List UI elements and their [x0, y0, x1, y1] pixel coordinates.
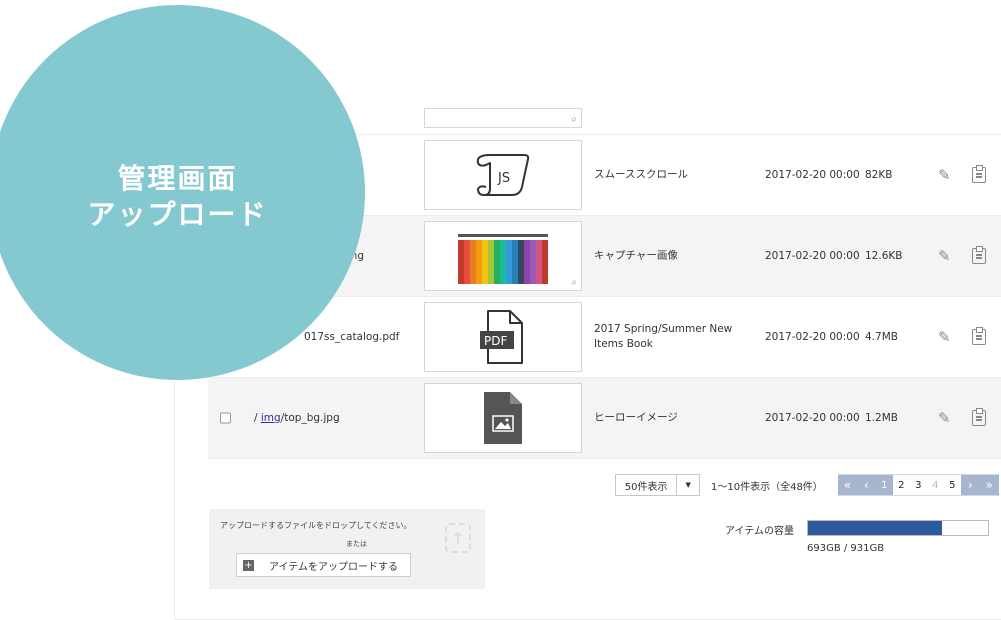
file-thumbnail[interactable]: ⌕	[424, 221, 582, 291]
page-links: « ‹ 1 2 3 4 5 › »	[837, 474, 999, 496]
clipboard-icon[interactable]	[972, 246, 986, 264]
file-size: 82KB	[865, 169, 893, 181]
last-page-button[interactable]: »	[979, 474, 999, 496]
or-text: または	[346, 540, 367, 548]
magnifier-icon[interactable]: ⌕	[571, 114, 577, 125]
badge-line-1: 管理画面	[117, 161, 238, 195]
file-date: 2017-02-20 00:00	[765, 331, 860, 343]
upload-button-label: アイテムをアップロードする	[269, 561, 398, 573]
drop-instruction: アップロードするファイルをドロップしてください。	[220, 521, 412, 530]
pencil-icon[interactable]: ✎	[938, 328, 951, 346]
title-badge: 管理画面 アップロード	[0, 5, 365, 380]
file-path-rest: /top_bg.jpg	[280, 412, 340, 424]
file-date: 2017-02-20 00:00	[765, 412, 860, 424]
pdf-file-icon: PDF	[480, 310, 523, 364]
folder-link[interactable]: img	[261, 412, 281, 424]
file-path: / img/top_bg.jpg	[254, 412, 340, 424]
screen: ⌕ JS スムーススクロール 2017-02-20 00:00 82KB ✎ p…	[0, 0, 1001, 620]
file-size: 4.7MB	[865, 331, 898, 343]
capacity-bar-fill	[808, 521, 942, 535]
file-title: スムーススクロール	[594, 168, 688, 181]
prev-page-button[interactable]: ‹	[856, 474, 876, 496]
file-title: ヒーローイメージ	[594, 411, 678, 424]
svg-text:PDF: PDF	[484, 334, 507, 348]
svg-text:JS: JS	[497, 171, 510, 186]
clothes-photo	[458, 234, 548, 284]
js-file-icon: JS	[476, 154, 530, 196]
pagination: 50件表示 ▼ 1〜10件表示（全48件） « ‹ 1 2 3 4 5 › »	[615, 474, 999, 496]
page-link-3[interactable]: 3	[909, 474, 927, 496]
clipboard-icon[interactable]	[972, 165, 986, 183]
chevron-down-icon[interactable]: ▼	[677, 475, 699, 495]
per-page-value: 50件表示	[616, 475, 678, 495]
capacity-bar	[807, 520, 989, 536]
file-size: 1.2MB	[865, 412, 898, 424]
per-page-select[interactable]: 50件表示 ▼	[615, 474, 700, 496]
result-range: 1〜10件表示（全48件）	[711, 481, 823, 493]
file-path-rest: 017ss_catalog.pdf	[304, 331, 400, 343]
capacity-text: 693GB / 931GB	[807, 543, 885, 554]
row-checkbox[interactable]	[220, 412, 231, 424]
page-link-2[interactable]: 2	[892, 474, 910, 496]
pencil-icon[interactable]: ✎	[938, 247, 951, 265]
upload-item-button[interactable]: + アイテムをアップロードする	[236, 553, 411, 577]
badge-line-2: アップロード	[87, 197, 268, 231]
clipboard-icon[interactable]	[972, 408, 986, 426]
file-thumbnail[interactable]: PDF	[424, 302, 582, 372]
page-link-5[interactable]: 5	[943, 474, 961, 496]
table-row: / img/top_bg.jpg ヒーローイメージ 2017-02-20 00:…	[208, 378, 1001, 459]
magnifier-icon[interactable]: ⌕	[571, 277, 577, 288]
plus-icon: +	[243, 559, 254, 571]
page-link-4: 4	[926, 474, 944, 496]
file-path: 017ss_catalog.pdf	[304, 331, 399, 343]
file-date: 2017-02-20 00:00	[765, 169, 860, 181]
upload-arrow-icon: ↑	[445, 523, 471, 553]
file-thumbnail[interactable]: ⌕	[424, 108, 582, 128]
file-title: 2017 Spring/Summer New Items Book	[594, 323, 733, 350]
table-row: 017ss_catalog.pdf PDF 2017 Spring/Summer…	[208, 297, 1001, 378]
file-path-prefix: /	[254, 412, 261, 424]
capacity-label: アイテムの容量	[725, 526, 794, 537]
first-page-button[interactable]: «	[837, 474, 857, 496]
upload-drop-zone[interactable]: アップロードするファイルをドロップしてください。 または + アイテムをアップロ…	[209, 509, 485, 589]
file-date: 2017-02-20 00:00	[765, 250, 860, 262]
pencil-icon[interactable]: ✎	[938, 409, 951, 427]
image-file-icon	[484, 392, 522, 444]
clipboard-icon[interactable]	[972, 327, 986, 345]
page-link-1[interactable]: 1	[875, 474, 893, 496]
file-thumbnail[interactable]: JS	[424, 140, 582, 210]
file-title: キャプチャー画像	[594, 249, 678, 262]
pencil-icon[interactable]: ✎	[938, 166, 951, 184]
file-size: 12.6KB	[865, 250, 903, 262]
file-thumbnail[interactable]	[424, 383, 582, 453]
next-page-button[interactable]: ›	[960, 474, 980, 496]
